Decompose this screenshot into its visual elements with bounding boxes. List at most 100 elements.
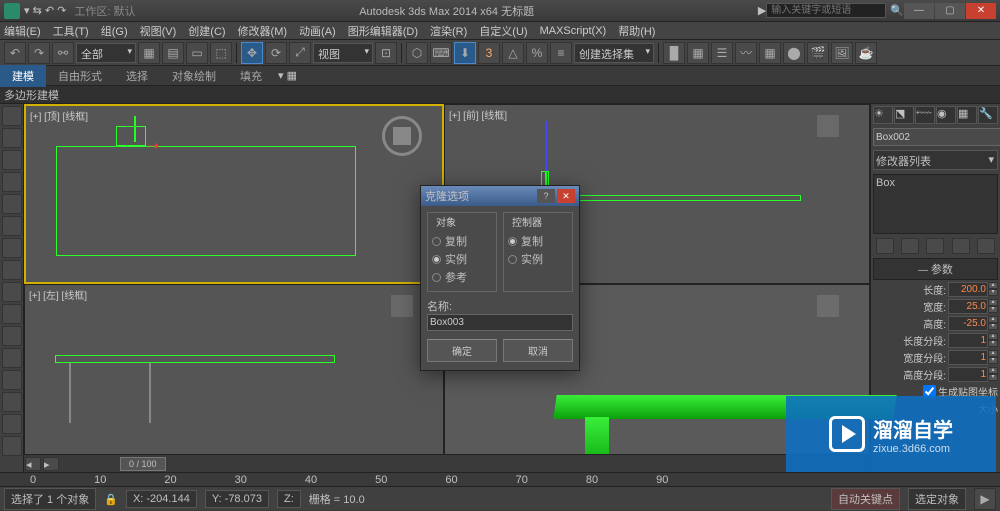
- select-move-icon[interactable]: ✥: [241, 42, 263, 64]
- window-cross-icon[interactable]: ⬚: [210, 42, 232, 64]
- dialog-close-icon[interactable]: ✕: [557, 189, 575, 203]
- spinner-down-icon[interactable]: ▾: [988, 289, 998, 296]
- play-icon[interactable]: ▶: [974, 488, 996, 510]
- spinner-down-icon[interactable]: ▾: [988, 306, 998, 313]
- spinner-down-icon[interactable]: ▾: [988, 323, 998, 330]
- key-filter-dropdown[interactable]: 选定对象: [908, 488, 966, 510]
- material-editor-icon[interactable]: ⬤: [783, 42, 805, 64]
- time-slider[interactable]: ◂ ▸ 0 / 100: [24, 454, 870, 472]
- tab-selection[interactable]: 选择: [114, 65, 160, 87]
- select-icon[interactable]: ▦: [138, 42, 160, 64]
- tab-modeling[interactable]: 建模: [0, 65, 46, 87]
- tab-populate[interactable]: 填充: [228, 65, 274, 87]
- tool-icon[interactable]: [2, 128, 22, 148]
- configure-icon[interactable]: [977, 238, 995, 254]
- viewcube-icon[interactable]: [817, 115, 839, 137]
- viewcube-icon[interactable]: [391, 295, 413, 317]
- spinner-down-icon[interactable]: ▾: [988, 374, 998, 381]
- quick-access-icon[interactable]: ▾ ⇆ ↶ ↷: [24, 4, 66, 17]
- edit-named-sel-icon[interactable]: ≡: [550, 42, 572, 64]
- viewcube-icon[interactable]: [817, 295, 839, 317]
- select-rect-icon[interactable]: ▭: [186, 42, 208, 64]
- mirror-icon[interactable]: ▐▌: [663, 42, 685, 64]
- timeslider-prev-icon[interactable]: ◂: [25, 457, 41, 471]
- parameters-rollout-header[interactable]: — 参数: [873, 258, 998, 280]
- menu-rendering[interactable]: 渲染(R): [430, 23, 467, 39]
- select-scale-icon[interactable]: ⤢: [289, 42, 311, 64]
- time-slider-handle[interactable]: 0 / 100: [120, 457, 166, 471]
- render-setup-icon[interactable]: 🎬: [807, 42, 829, 64]
- timeslider-next-icon[interactable]: ▸: [43, 457, 59, 471]
- menu-customize[interactable]: 自定义(U): [479, 23, 527, 39]
- modify-tab-icon[interactable]: ⬔: [894, 106, 914, 124]
- menu-edit[interactable]: 编辑(E): [4, 23, 41, 39]
- close-button[interactable]: ✕: [966, 3, 996, 19]
- search-icon[interactable]: 🔍: [890, 4, 904, 17]
- length-input[interactable]: [948, 282, 988, 297]
- menu-help[interactable]: 帮助(H): [618, 23, 655, 39]
- display-tab-icon[interactable]: ▦: [957, 106, 977, 124]
- radio-reference[interactable]: 参考: [432, 269, 492, 285]
- hierarchy-tab-icon[interactable]: ⬳: [915, 106, 935, 124]
- ok-button[interactable]: 确定: [427, 339, 497, 362]
- help-search-input[interactable]: [766, 3, 886, 18]
- tool-icon[interactable]: [2, 348, 22, 368]
- radio-ctrl-instance[interactable]: 实例: [508, 251, 568, 267]
- dialog-titlebar[interactable]: 克隆选项 ? ✕: [421, 186, 579, 206]
- spinner-up-icon[interactable]: ▴: [988, 333, 998, 340]
- tool-icon[interactable]: [2, 392, 22, 412]
- radio-ctrl-copy[interactable]: 复制: [508, 233, 568, 249]
- unique-icon[interactable]: [926, 238, 944, 254]
- curve-editor-icon[interactable]: 〰: [735, 42, 757, 64]
- lock-icon[interactable]: 🔒: [104, 493, 118, 506]
- manipulate-icon[interactable]: ⬡: [406, 42, 428, 64]
- menu-grapheditors[interactable]: 图形编辑器(D): [348, 23, 418, 39]
- redo-icon[interactable]: ↷: [28, 42, 50, 64]
- viewport-label[interactable]: [+] [顶] [线框]: [30, 108, 88, 123]
- select-name-icon[interactable]: ▤: [162, 42, 184, 64]
- named-selection-dropdown[interactable]: 创建选择集: [574, 43, 654, 63]
- spinner-snap-icon[interactable]: %: [526, 42, 548, 64]
- tool-icon[interactable]: [2, 238, 22, 258]
- render-frame-icon[interactable]: 🖼: [831, 42, 853, 64]
- dialog-help-icon[interactable]: ?: [537, 189, 555, 203]
- tool-icon[interactable]: [2, 414, 22, 434]
- show-end-icon[interactable]: [901, 238, 919, 254]
- viewcube-icon[interactable]: [382, 116, 422, 156]
- wsegs-input[interactable]: [948, 350, 988, 365]
- link-icon[interactable]: ⚯: [52, 42, 74, 64]
- workspace-label[interactable]: 工作区: 默认: [74, 3, 135, 19]
- autokey-button[interactable]: 自动关键点: [831, 488, 900, 510]
- menu-group[interactable]: 组(G): [101, 23, 128, 39]
- lsegs-input[interactable]: [948, 333, 988, 348]
- pin-stack-icon[interactable]: [876, 238, 894, 254]
- spinner-up-icon[interactable]: ▴: [988, 350, 998, 357]
- menu-create[interactable]: 创建(C): [188, 23, 225, 39]
- ribbon-dropdown-icon[interactable]: ▾ ▦: [278, 69, 297, 82]
- coord-y[interactable]: Y: -78.073: [205, 490, 269, 508]
- spinner-up-icon[interactable]: ▴: [988, 316, 998, 323]
- angle-snap-icon[interactable]: 3: [478, 42, 500, 64]
- coord-x[interactable]: X: -204.144: [126, 490, 197, 508]
- selection-filter-dropdown[interactable]: 全部: [76, 43, 136, 63]
- motion-tab-icon[interactable]: ◉: [936, 106, 956, 124]
- tool-icon[interactable]: [2, 260, 22, 280]
- tool-icon[interactable]: [2, 304, 22, 324]
- tool-icon[interactable]: [2, 370, 22, 390]
- pivot-icon[interactable]: ⊡: [375, 42, 397, 64]
- spinner-down-icon[interactable]: ▾: [988, 340, 998, 347]
- percent-snap-icon[interactable]: △: [502, 42, 524, 64]
- viewport-left[interactable]: [+] [左] [线框]: [24, 284, 444, 472]
- coord-z[interactable]: Z:: [277, 490, 301, 508]
- height-input[interactable]: [948, 316, 988, 331]
- hsegs-input[interactable]: [948, 367, 988, 382]
- tool-icon[interactable]: [2, 436, 22, 456]
- spinner-up-icon[interactable]: ▴: [988, 282, 998, 289]
- viewport-top[interactable]: [+] [顶] [线框] ➝: [24, 104, 444, 284]
- keyboard-icon[interactable]: ⌨: [430, 42, 452, 64]
- modifier-stack[interactable]: Box: [873, 174, 998, 234]
- viewport-label[interactable]: [+] [左] [线框]: [29, 287, 87, 302]
- tool-icon[interactable]: [2, 150, 22, 170]
- create-tab-icon[interactable]: ☀: [873, 106, 893, 124]
- layers-icon[interactable]: ☰: [711, 42, 733, 64]
